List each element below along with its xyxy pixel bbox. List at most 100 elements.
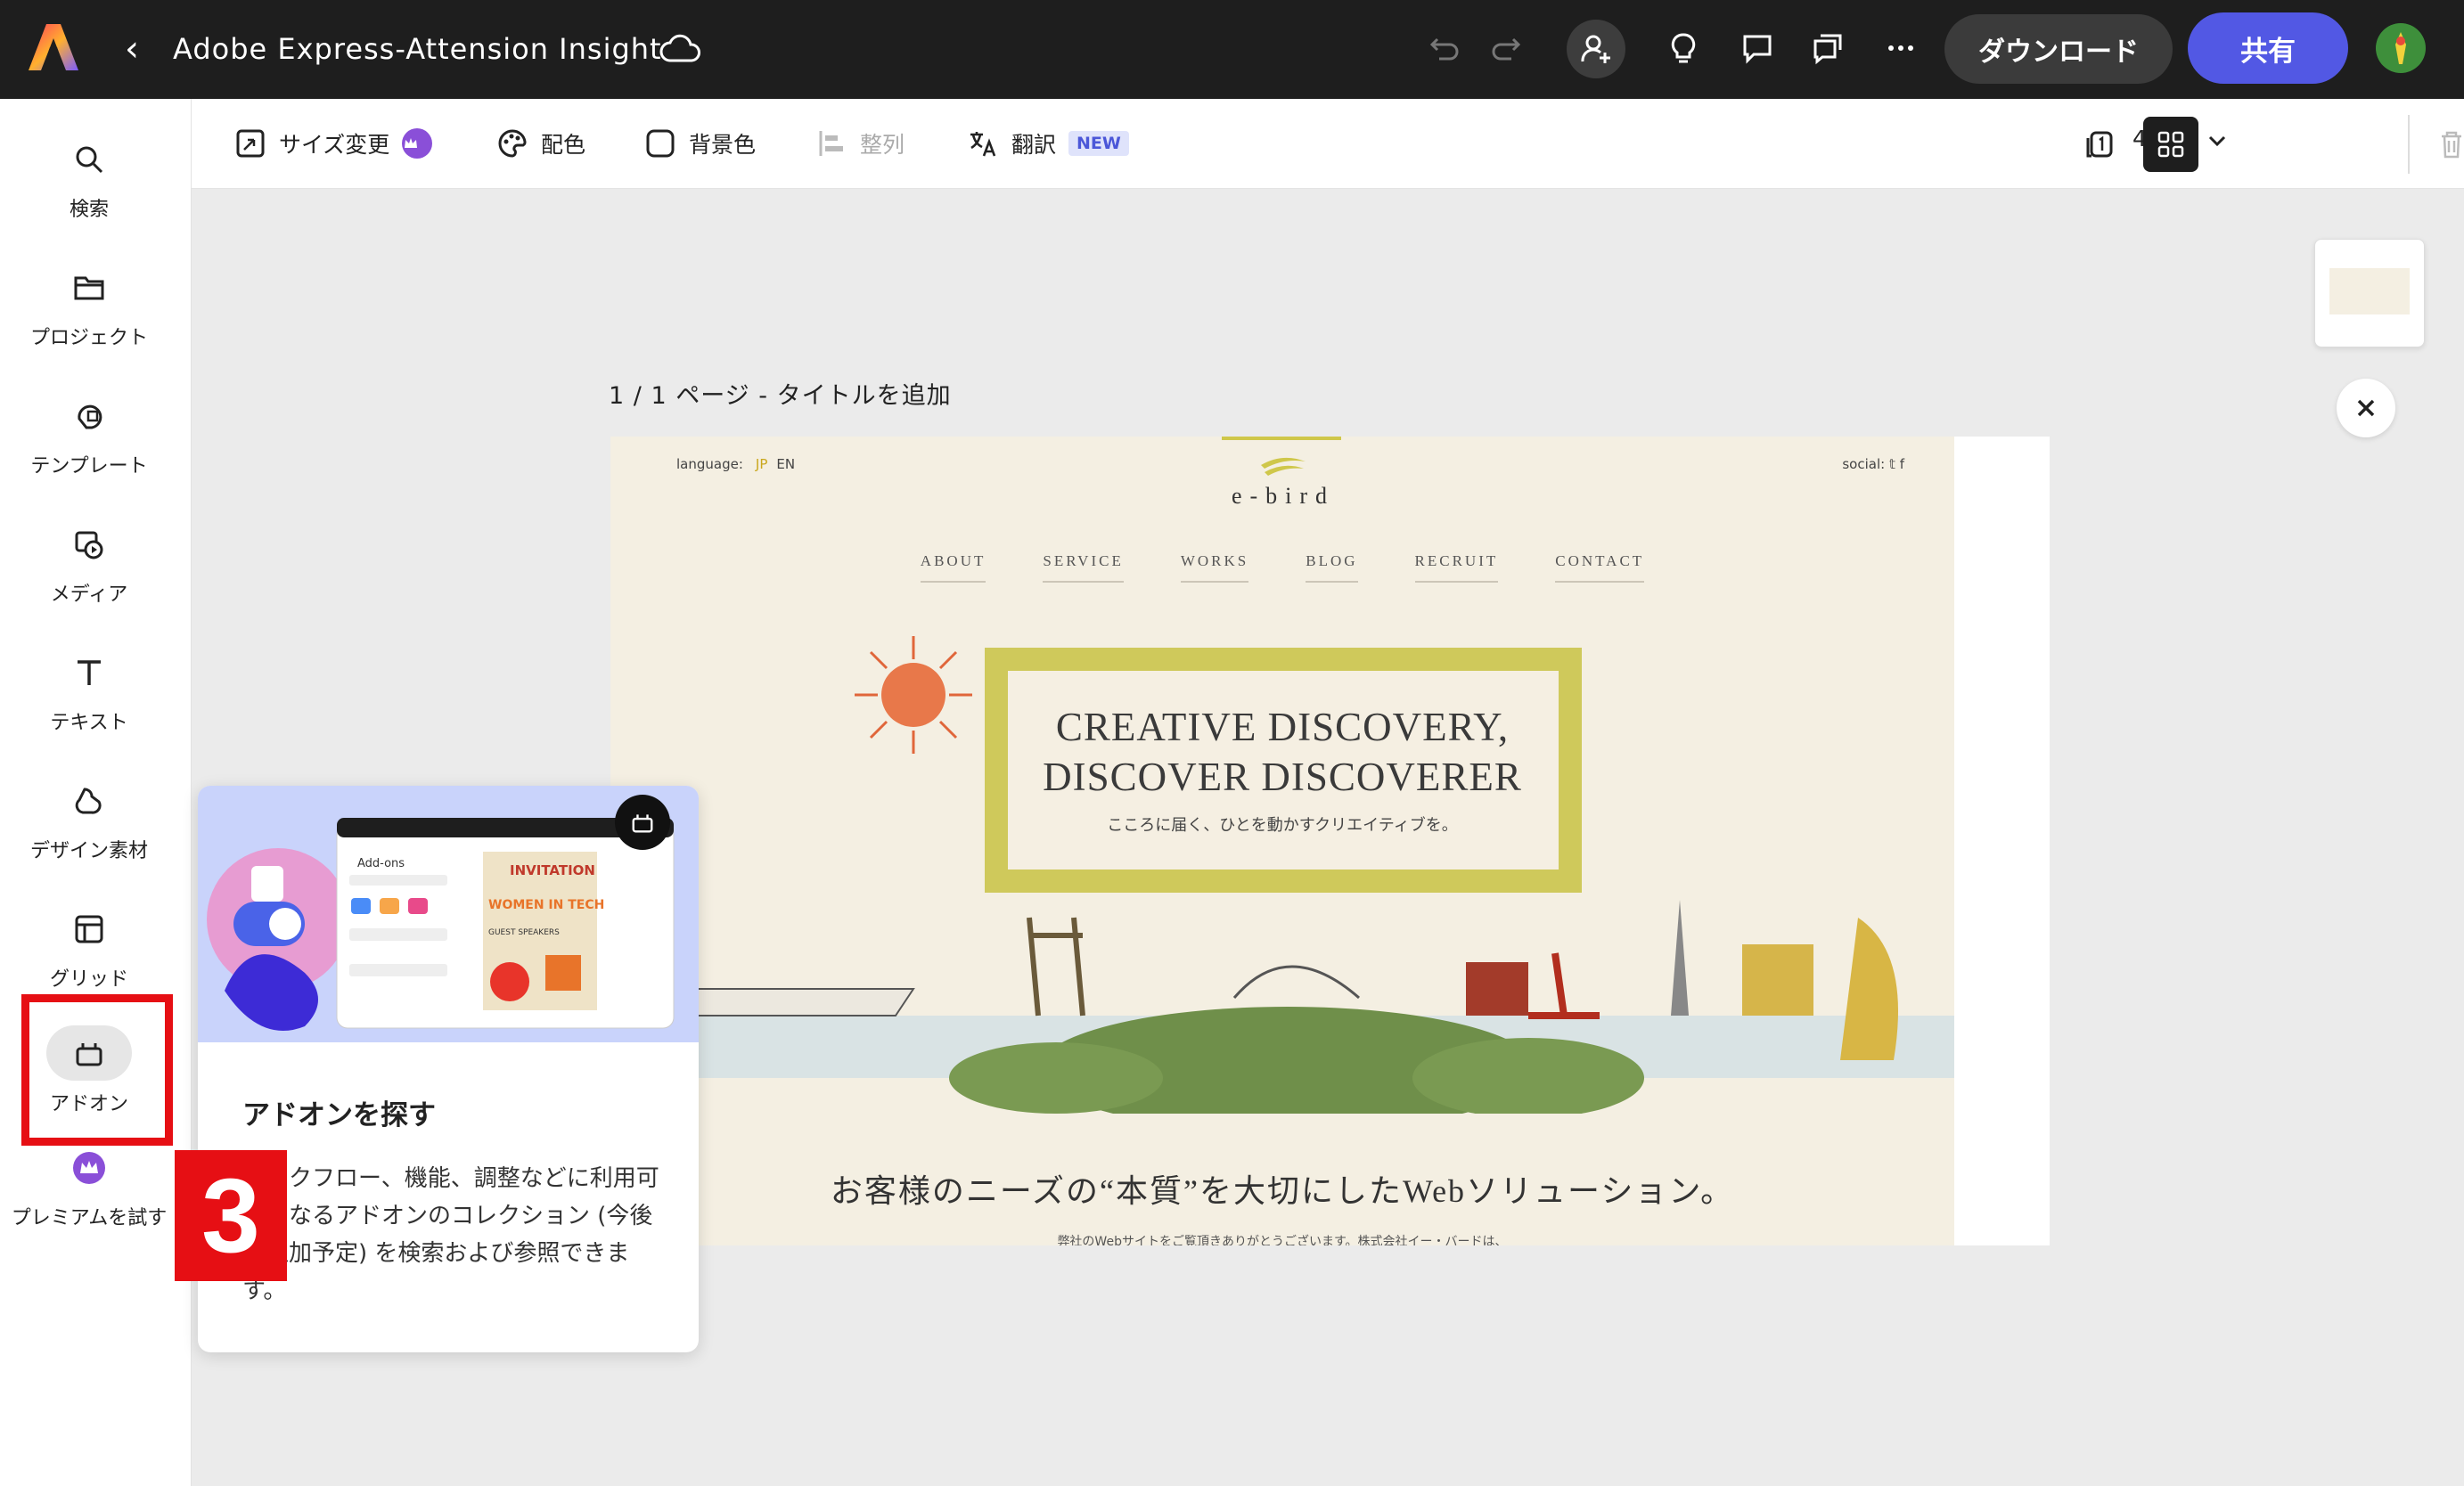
folder-icon: [62, 261, 116, 314]
document-title[interactable]: Adobe Express-Attension Insight: [173, 27, 662, 71]
site-brand-name: e-bird: [1231, 483, 1336, 509]
present-share-icon[interactable]: [1805, 25, 1851, 71]
design-elements-icon: [62, 774, 116, 828]
page-thumbnail-preview: [2329, 268, 2410, 314]
translate-label: 翻訳: [1011, 132, 1057, 158]
page-view-button[interactable]: [2073, 117, 2128, 172]
social-icons: 𝕥 f: [1888, 456, 1904, 472]
avatar[interactable]: [2376, 23, 2426, 73]
site-nav-item: BLOG: [1306, 552, 1358, 583]
site-nav-item: ABOUT: [920, 552, 986, 583]
text-icon: [62, 646, 116, 699]
delete-page-button[interactable]: [2424, 117, 2464, 172]
social-links: social: 𝕥 f: [1842, 456, 1904, 472]
sidebar-item-projects[interactable]: プロジェクト: [0, 261, 178, 377]
site-nav-item: CONTACT: [1555, 552, 1645, 583]
color-scheme-label: 配色: [541, 132, 586, 158]
left-sidebar: 検索 プロジェクト テンプレート メディア テキスト デザイン素材 グリッド ア…: [0, 99, 192, 1486]
site-intro-text: 弊社のWebサイトをご覧頂きありがとうございます。株式会社イー・バードは、: [1057, 1235, 1508, 1245]
addon-preview-poster-sub: WOMEN IN TECH: [488, 898, 605, 912]
palette-icon: [498, 129, 527, 158]
brand-top-line: [1222, 437, 1341, 440]
background-color-label: 背景色: [689, 132, 757, 158]
template-icon: [62, 389, 116, 443]
design-canvas-page[interactable]: language: JP EN social: 𝕥 f e-bird ABOUT S…: [610, 437, 2050, 1245]
grid-icon: [62, 902, 116, 956]
sidebar-item-label: プロジェクト: [29, 327, 148, 349]
comment-icon[interactable]: [1734, 25, 1780, 71]
social-label: social:: [1842, 456, 1886, 472]
page-thumbnail[interactable]: [2314, 239, 2425, 347]
download-button[interactable]: ダウンロード: [1944, 14, 2173, 84]
hero-heading-line1: CREATIVE DISCOVERY,: [1055, 705, 1510, 749]
close-icon: [2357, 399, 2375, 417]
close-panel-button[interactable]: [2337, 379, 2395, 437]
share-button[interactable]: 共有: [2188, 12, 2348, 84]
sidebar-item-label: メディア: [50, 584, 128, 606]
align-icon: [819, 131, 843, 156]
editor-toolbar: サイズ変更 配色 背景色 整列 翻訳 NEW 42% 追加: [192, 99, 2464, 189]
annotation-highlight-box: [21, 994, 173, 1146]
sidebar-item-label: 検索: [69, 199, 109, 221]
site-nav-item: SERVICE: [1043, 552, 1124, 583]
addon-icon: [615, 795, 670, 850]
sidebar-item-premium[interactable]: プレミアムを試す: [0, 1141, 178, 1257]
media-icon: [62, 518, 116, 571]
sidebar-item-label: テキスト: [50, 712, 128, 734]
toolbar-divider: [2408, 115, 2410, 174]
website-screenshot-image: language: JP EN social: 𝕥 f e-bird ABOUT S…: [610, 437, 1954, 1245]
sidebar-item-text[interactable]: テキスト: [0, 646, 178, 762]
language-label: language:: [676, 456, 743, 472]
layers-icon: [2157, 131, 2184, 158]
sidebar-item-media[interactable]: メディア: [0, 518, 178, 633]
new-badge: NEW: [1068, 131, 1129, 156]
align-button[interactable]: 整列: [815, 124, 905, 163]
background-color-button[interactable]: 背景色: [644, 124, 756, 163]
addon-card-title: アドオンを探す: [242, 1099, 436, 1131]
invite-user-icon[interactable]: [1567, 20, 1625, 78]
top-bar: ‹ Adobe Express-Attension Insight ダウンロード…: [0, 0, 2464, 99]
sidebar-item-label: テンプレート: [30, 455, 148, 478]
redo-icon[interactable]: [1483, 25, 1529, 71]
adobe-express-logo[interactable]: [27, 22, 80, 72]
undo-icon[interactable]: [1421, 25, 1468, 71]
language-switch: language: JP EN: [676, 456, 795, 472]
back-chevron-icon[interactable]: ‹: [116, 27, 148, 71]
resize-label: サイズ変更: [279, 132, 390, 158]
chevron-down-icon[interactable]: [2202, 126, 2232, 156]
sidebar-item-design-elements[interactable]: デザイン素材: [0, 774, 178, 890]
resize-button[interactable]: サイズ変更: [234, 124, 433, 163]
search-icon: [62, 133, 116, 186]
layers-grid-button[interactable]: [2143, 117, 2198, 172]
bird-wing-icon: [1261, 457, 1306, 476]
crown-icon: [62, 1141, 116, 1195]
translate-button[interactable]: 翻訳 NEW: [967, 124, 1129, 163]
sidebar-item-label: デザイン素材: [29, 840, 148, 862]
sidebar-item-templates[interactable]: テンプレート: [0, 389, 178, 505]
language-jp: JP: [755, 456, 768, 472]
annotation-step-badge: 3: [175, 1150, 287, 1281]
more-options-icon[interactable]: [1878, 25, 1924, 71]
site-logo: e-bird: [1224, 453, 1343, 510]
page-title[interactable]: 1 / 1 ページ - タイトルを追加: [609, 376, 952, 411]
site-nav-item: RECRUIT: [1414, 552, 1499, 583]
align-label: 整列: [860, 132, 905, 158]
color-scheme-button[interactable]: 配色: [496, 124, 585, 163]
lightbulb-icon[interactable]: [1660, 25, 1707, 71]
addon-preview-header: Add-ons: [357, 857, 405, 870]
language-en: EN: [776, 456, 796, 472]
site-nav-item: WORKS: [1180, 552, 1249, 583]
resize-icon: [236, 129, 265, 158]
hero-heading-line2: DISCOVER DISCOVERER: [1043, 755, 1522, 799]
addon-preview-poster-title: INVITATION: [510, 862, 595, 878]
cloud-sync-icon[interactable]: [659, 32, 700, 64]
addon-card-description: ワークフロー、機能、調整などに利用可能になるアドオンのコレクション (今後も追加…: [242, 1165, 659, 1304]
site-tagline: お客様のニーズの“本質”を大切にしたWebソリューション。: [830, 1173, 1735, 1209]
hero-subtitle: こころに届く、ひとを動かすクリエイティブを。: [1107, 816, 1458, 835]
translate-icon: [970, 132, 996, 157]
sidebar-item-label: グリッド: [49, 968, 128, 991]
premium-crown-icon: [402, 128, 433, 159]
site-nav: ABOUT SERVICE WORKS BLOG RECRUIT CONTACT: [610, 552, 1954, 583]
sidebar-item-search[interactable]: 検索: [0, 133, 178, 249]
addon-card-illustration: Add-ons INVITATION WOMEN IN TECH GUEST S…: [198, 786, 699, 1042]
